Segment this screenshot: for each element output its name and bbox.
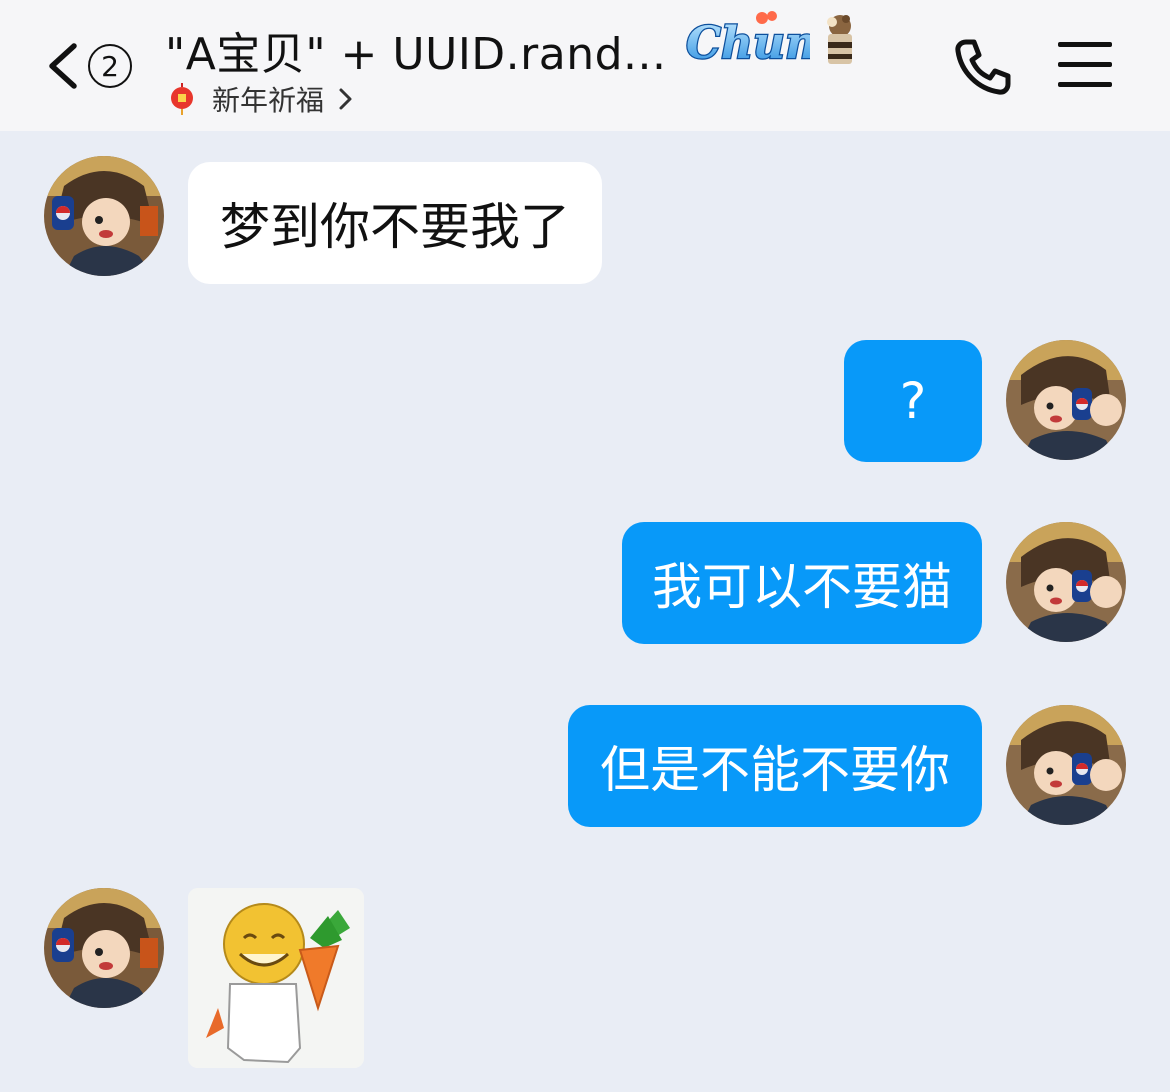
- group-status-text: 新年祈福: [212, 84, 325, 117]
- contact-avatar[interactable]: [44, 156, 164, 276]
- smiling-face-with-carrot-icon: [188, 888, 364, 1068]
- menu-icon-line: [1058, 82, 1112, 87]
- sticker-image[interactable]: [188, 888, 364, 1068]
- chevron-right-icon: [339, 88, 352, 110]
- self-avatar[interactable]: [1006, 522, 1126, 642]
- self-avatar[interactable]: [1006, 705, 1126, 825]
- menu-icon-line: [1058, 62, 1112, 67]
- message-bubble-outgoing[interactable]: 但是不能不要你: [568, 705, 982, 827]
- message-bubble-outgoing[interactable]: ?: [844, 340, 982, 462]
- phone-icon[interactable]: [952, 36, 1014, 98]
- chat-screen: 2 "A宝贝" + UUID.rand... Chum: [0, 0, 1170, 1092]
- menu-icon-line: [1058, 42, 1112, 47]
- unread-count-badge: 2: [88, 44, 132, 88]
- contact-avatar[interactable]: [44, 888, 164, 1008]
- chat-header: 2 "A宝贝" + UUID.rand... Chum: [0, 0, 1170, 131]
- lantern-icon: [171, 83, 193, 115]
- message-bubble-incoming[interactable]: 梦到你不要我了: [188, 162, 602, 284]
- chum-badge-text: Chum: [686, 18, 810, 69]
- self-avatar[interactable]: [1006, 340, 1126, 460]
- chevron-left-icon: [49, 43, 77, 89]
- chum-badge-icon: Chum: [685, 11, 810, 70]
- menu-button[interactable]: [1058, 42, 1112, 90]
- back-button[interactable]: 2: [42, 36, 142, 96]
- group-status-row[interactable]: 新年祈福: [170, 80, 356, 118]
- message-bubble-outgoing[interactable]: 我可以不要猫: [622, 522, 982, 644]
- chat-title[interactable]: "A宝贝" + UUID.rand...: [165, 18, 667, 80]
- ice-cream-icon: [827, 15, 852, 64]
